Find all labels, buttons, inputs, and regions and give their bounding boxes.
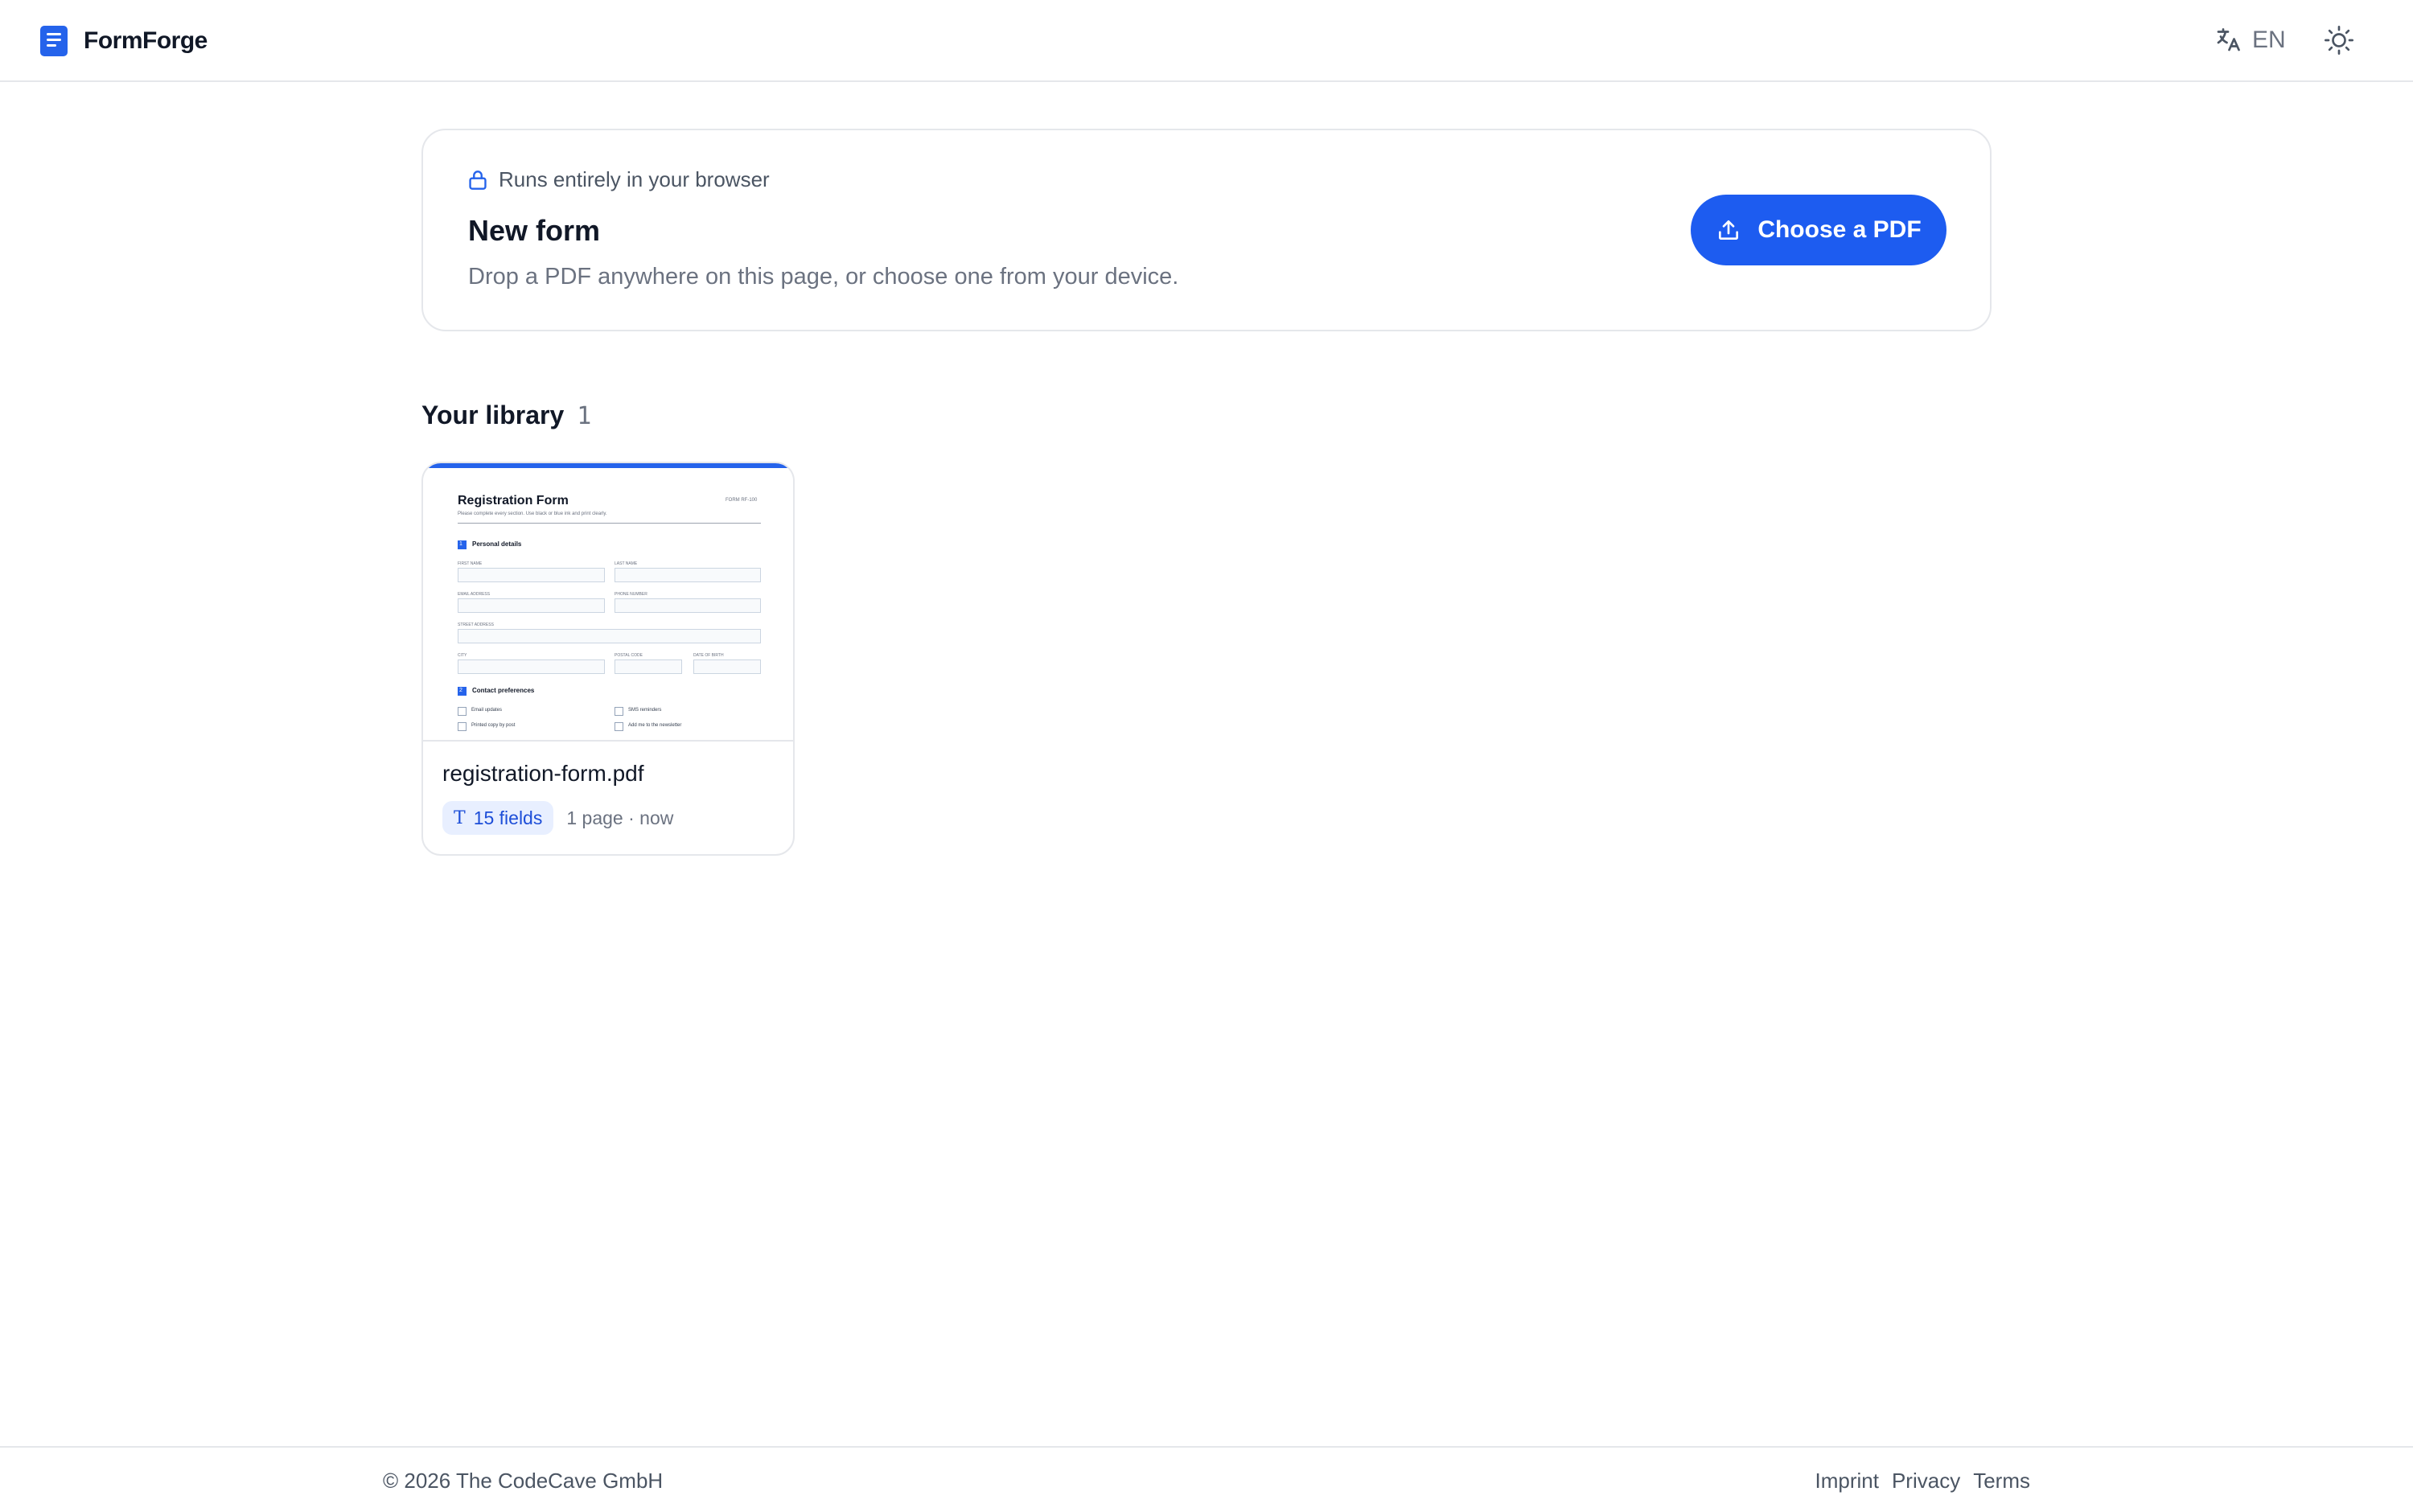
preview-checkbox — [615, 707, 623, 716]
document-thumbnail: Registration Form FORM RF-100 Please com… — [423, 468, 793, 742]
privacy-note-text: Runs entirely in your browser — [499, 167, 770, 191]
imprint-link[interactable]: Imprint — [1815, 1469, 1879, 1494]
preview-checkbox-label: Email updates — [471, 708, 503, 713]
upload-icon — [1719, 220, 1739, 240]
preview-field — [615, 659, 682, 674]
lock-icon — [469, 170, 487, 190]
fields-badge: T 15 fields — [442, 801, 554, 835]
document-page-info: 1 page · now — [566, 807, 674, 828]
preview-field — [458, 629, 761, 643]
preview-checkbox-label: SMS reminders — [628, 708, 662, 713]
document-filename: registration-form.pdf — [442, 761, 644, 786]
preview-title: Registration Form — [458, 494, 569, 507]
sun-icon[interactable] — [2323, 24, 2355, 56]
library-title: Your library — [421, 401, 565, 429]
privacy-link[interactable]: Privacy — [1892, 1469, 1960, 1494]
new-form-card: Runs entirely in your browser New form D… — [421, 129, 1992, 331]
preview-field — [458, 659, 605, 674]
terms-link[interactable]: Terms — [1973, 1469, 2030, 1494]
app-header: FormForge EN — [0, 0, 2413, 82]
preview-checkbox — [458, 722, 467, 731]
preview-form-code: FORM RF-100 — [726, 498, 758, 503]
preview-field-label: EMAIL ADDRESS — [458, 592, 491, 597]
document-icon — [40, 26, 68, 56]
translate-icon — [2217, 28, 2240, 51]
preview-field — [615, 598, 761, 613]
preview-checkbox — [615, 722, 623, 731]
copyright: © 2026 The CodeCave GmbH — [383, 1469, 664, 1493]
preview-section-number: 2 — [459, 688, 462, 693]
new-form-description: Drop a PDF anywhere on this page, or cho… — [468, 264, 1179, 290]
new-form-title: New form — [468, 214, 601, 247]
fields-count: 15 fields — [473, 807, 543, 828]
preview-field — [458, 598, 605, 613]
preview-field-label: STREET ADDRESS — [458, 622, 494, 627]
preview-field-label: POSTAL CODE — [615, 653, 643, 658]
preview-checkbox-label: Printed copy by post — [471, 723, 516, 728]
preview-section-heading: Personal details — [472, 540, 522, 548]
preview-section-number: 1 — [459, 541, 462, 547]
privacy-note: Runs entirely in your browser — [468, 167, 770, 192]
preview-field — [693, 659, 761, 674]
app-footer: © 2026 The CodeCave GmbH Imprint Privacy… — [0, 1446, 2413, 1512]
text-field-icon: T — [454, 807, 466, 828]
document-meta: T 15 fields 1 page · now — [442, 801, 673, 835]
choose-pdf-button[interactable]: Choose a PDF — [1691, 195, 1946, 265]
preview-field-label: FIRST NAME — [458, 561, 483, 566]
document-card[interactable]: Registration Form FORM RF-100 Please com… — [421, 462, 795, 856]
preview-divider — [458, 523, 761, 524]
preview-checkbox-label: Add me to the newsletter — [628, 723, 682, 728]
preview-field — [615, 568, 761, 582]
footer-links: Imprint Privacy Terms — [1815, 1469, 2031, 1494]
language-switcher[interactable]: EN — [2214, 26, 2286, 55]
choose-pdf-label: Choose a PDF — [1757, 216, 1922, 243]
preview-field-label: DATE OF BIRTH — [693, 653, 724, 658]
language-label: EN — [2252, 27, 2286, 53]
preview-subtitle: Please complete every section. Use black… — [458, 512, 607, 516]
preview-section-heading: Contact preferences — [472, 687, 535, 694]
library-header: Your library 1 — [421, 401, 591, 430]
preview-field-label: LAST NAME — [615, 561, 638, 566]
preview-field — [458, 568, 605, 582]
preview-field-label: CITY — [458, 653, 467, 658]
preview-field-label: PHONE NUMBER — [615, 592, 647, 597]
library-count: 1 — [577, 402, 592, 430]
app-name: FormForge — [84, 27, 208, 54]
preview-checkbox — [458, 707, 467, 716]
brand[interactable]: FormForge — [40, 26, 208, 56]
